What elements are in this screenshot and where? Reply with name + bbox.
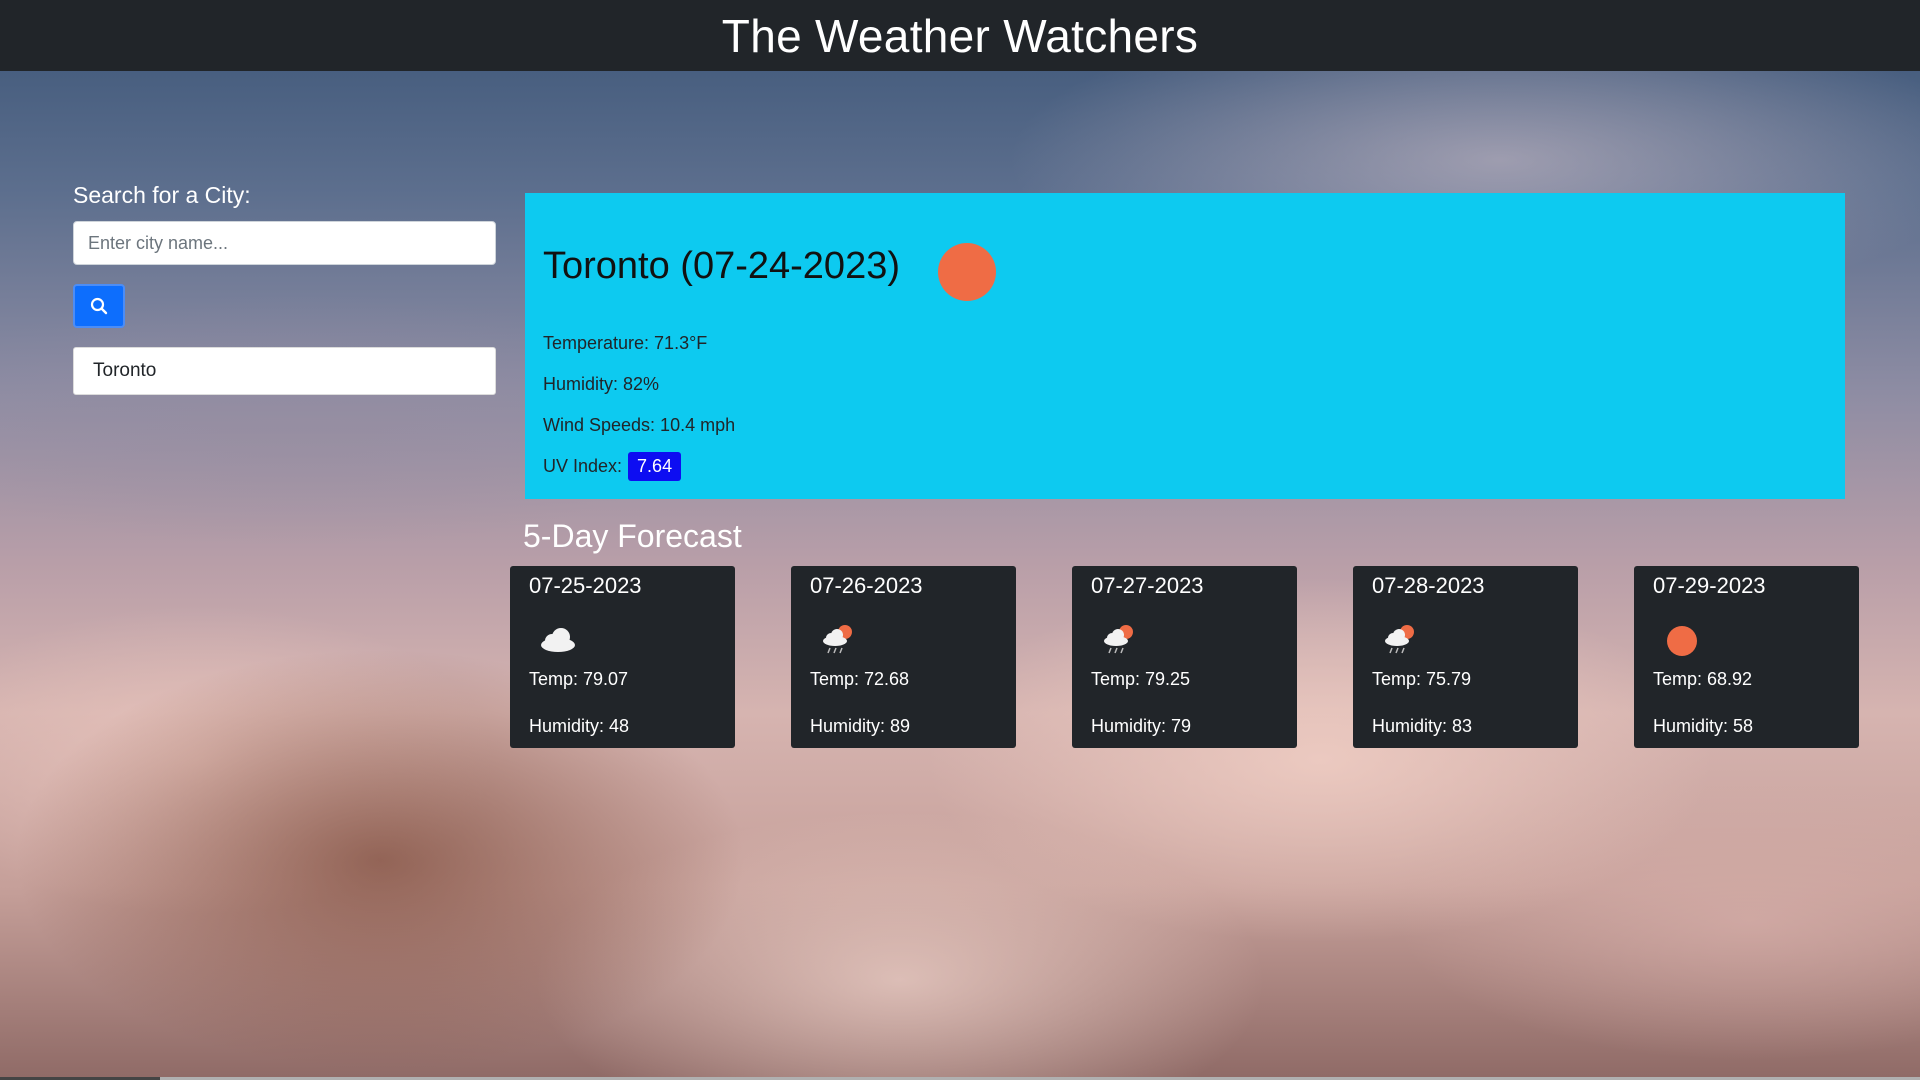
forecast-date: 07-29-2023 <box>1653 573 1766 598</box>
forecast-card: 07-27-2023 Temp: 79.25 Humidity: 79 <box>1072 566 1297 748</box>
forecast-temp: Temp: 79.07 <box>529 669 629 689</box>
current-wind: Wind Speeds: 10.4 mph <box>543 415 736 435</box>
history-item-toronto[interactable]: Toronto <box>73 347 496 395</box>
uv-index-row: UV Index: 7.64 <box>543 452 682 481</box>
search-icon <box>90 297 108 315</box>
forecast-card: 07-29-2023 Temp: 68.92 Humidity: 58 <box>1634 566 1859 748</box>
forecast-card: 07-26-2023 Temp: 72.68 Humidity: 89 <box>791 566 1016 748</box>
forecast-humidity: Humidity: 89 <box>810 716 911 736</box>
forecast-temp: Temp: 68.92 <box>1653 669 1753 689</box>
forecast-humidity: Humidity: 48 <box>529 716 630 736</box>
city-search-input[interactable] <box>73 221 496 265</box>
forecast-card: 07-25-2023 Temp: 79.07 Humidity: 48 <box>510 566 735 748</box>
app-title: The Weather Watchers <box>721 9 1199 62</box>
forecast-date: 07-27-2023 <box>1091 573 1204 598</box>
forecast-date: 07-25-2023 <box>529 573 642 598</box>
sun-shape <box>1667 626 1697 656</box>
forecast-temp: Temp: 75.79 <box>1372 669 1472 689</box>
current-temperature: Temperature: 71.3°F <box>543 333 708 353</box>
rain-sun-icon <box>1385 625 1414 654</box>
cloud-icon <box>541 628 575 652</box>
forecast-date: 07-26-2023 <box>810 573 923 598</box>
forecast-title: 5-Day Forecast <box>523 518 742 554</box>
forecast-temp: Temp: 79.25 <box>1091 669 1191 689</box>
search-button[interactable] <box>73 284 125 328</box>
forecast-card: 07-28-2023 Temp: 75.79 Humidity: 83 <box>1353 566 1578 748</box>
current-humidity: Humidity: 82% <box>543 374 660 394</box>
forecast-temp: Temp: 72.68 <box>810 669 910 689</box>
sun-icon <box>938 243 996 301</box>
forecast-date: 07-28-2023 <box>1372 573 1485 598</box>
search-label: Search for a City: <box>73 182 251 208</box>
forecast-humidity: Humidity: 58 <box>1653 716 1754 736</box>
uv-index-label: UV Index: <box>543 456 623 476</box>
rain-sun-icon <box>1104 625 1133 654</box>
header-bar: The Weather Watchers <box>0 0 1920 71</box>
current-weather-panel: Toronto (07-24-2023) Temperature: 71.3°F… <box>525 193 1845 499</box>
uv-index-badge: 7.64 <box>628 452 682 481</box>
current-city-date: Toronto (07-24-2023) <box>543 245 900 287</box>
sun-icon <box>1662 621 1702 657</box>
forecast-humidity: Humidity: 79 <box>1091 716 1192 736</box>
rain-sun-icon <box>823 625 852 654</box>
forecast-humidity: Humidity: 83 <box>1372 716 1473 736</box>
